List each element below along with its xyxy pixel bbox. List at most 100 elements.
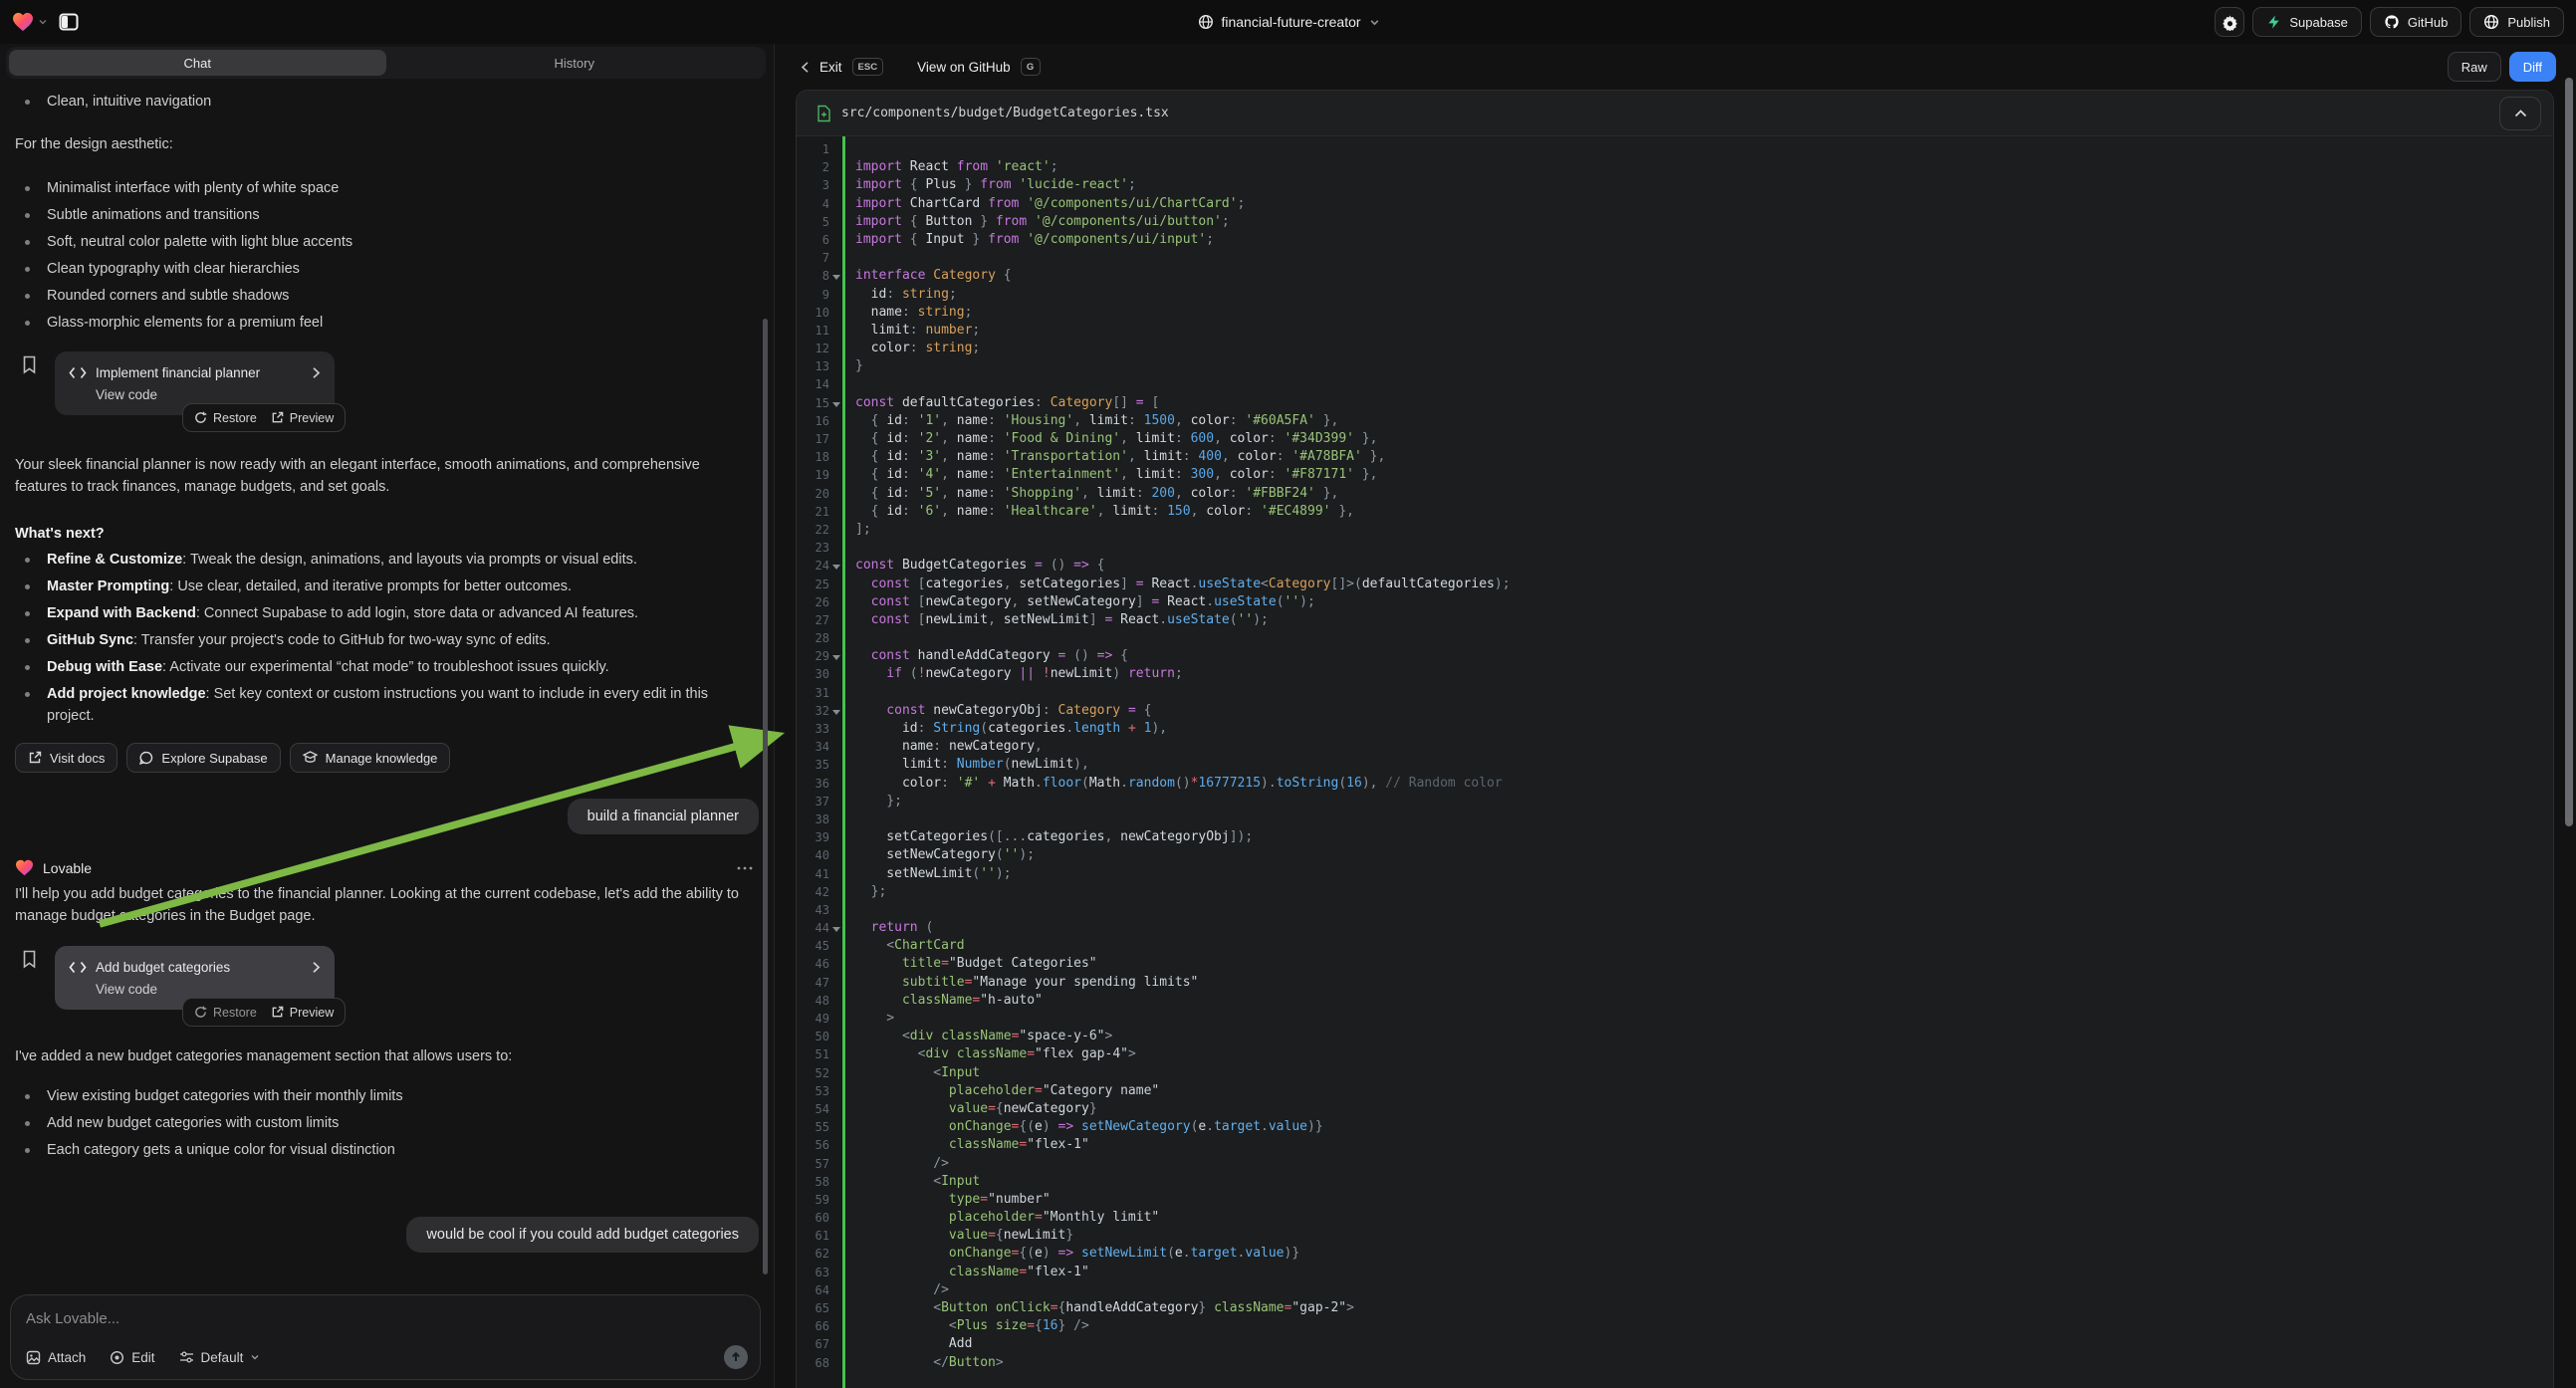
restore-preview-toolbar: Restore Preview bbox=[182, 998, 346, 1027]
list-item: Debug with Ease: Activate our experiment… bbox=[15, 656, 759, 678]
composer-input[interactable]: Ask Lovable... bbox=[26, 1310, 119, 1327]
code-line: 57 /> bbox=[797, 1155, 2553, 1173]
code-line: 15const defaultCategories: Category[] = … bbox=[797, 394, 2553, 412]
top-bar: financial-future-creator Supabase bbox=[0, 0, 2576, 44]
lovable-logo-menu[interactable] bbox=[12, 12, 48, 32]
preview-button[interactable]: Preview bbox=[271, 411, 334, 425]
more-options-icon[interactable] bbox=[737, 866, 753, 870]
tab-chat[interactable]: Chat bbox=[9, 50, 386, 76]
code-line: 65 <Button onClick={handleAddCategory} c… bbox=[797, 1299, 2553, 1317]
visit-docs-label: Visit docs bbox=[50, 751, 105, 766]
chat-history-tabs: Chat History bbox=[6, 47, 766, 79]
restore-button[interactable]: Restore bbox=[194, 411, 257, 425]
chat-composer[interactable]: Ask Lovable... Attach Edit bbox=[10, 1294, 761, 1380]
code-line: 41 setNewLimit(''); bbox=[797, 865, 2553, 883]
user-message-bubble: would be cool if you could add budget ca… bbox=[406, 1217, 759, 1253]
publish-button[interactable]: Publish bbox=[2469, 7, 2564, 37]
code-line: 10 name: string; bbox=[797, 304, 2553, 322]
restore-button[interactable]: Restore bbox=[194, 1006, 257, 1020]
user-message-bubble: build a financial planner bbox=[568, 799, 759, 834]
version-card-2-wrap: Add budget categories View code bbox=[55, 946, 335, 1026]
bookmark-icon[interactable] bbox=[22, 950, 37, 969]
file-path: src/components/budget/BudgetCategories.t… bbox=[841, 106, 2489, 120]
supabase-button[interactable]: Supabase bbox=[2252, 7, 2362, 37]
code-line: 24const BudgetCategories = () => { bbox=[797, 557, 2553, 575]
code-line: 52 <Input bbox=[797, 1064, 2553, 1082]
code-line: 27 const [newLimit, setNewLimit] = React… bbox=[797, 611, 2553, 629]
model-selector[interactable]: Default bbox=[179, 1350, 261, 1365]
github-icon bbox=[2384, 14, 2400, 30]
bookmark-icon[interactable] bbox=[22, 355, 37, 374]
code-line: 20 { id: '5', name: 'Shopping', limit: 2… bbox=[797, 485, 2553, 503]
explore-supabase-button[interactable]: Explore Supabase bbox=[126, 743, 280, 773]
settings-button[interactable] bbox=[2215, 7, 2244, 37]
code-line: 22]; bbox=[797, 521, 2553, 539]
assistant-name: Lovable bbox=[43, 860, 92, 876]
gear-icon bbox=[2222, 14, 2238, 31]
code-line: 23 bbox=[797, 539, 2553, 557]
code-line: 37 }; bbox=[797, 793, 2553, 810]
list-item: View existing budget categories with the… bbox=[15, 1085, 759, 1107]
arrow-up-icon bbox=[730, 1351, 742, 1363]
code-line: 63 className="flex-1" bbox=[797, 1264, 2553, 1281]
chat-scrollbar-thumb[interactable] bbox=[763, 319, 768, 1274]
code-line: 56 className="flex-1" bbox=[797, 1136, 2553, 1154]
view-on-github-link[interactable]: View on GitHub bbox=[917, 60, 1011, 75]
tab-history[interactable]: History bbox=[386, 50, 764, 76]
version-card-1-wrap: Implement financial planner View code bbox=[55, 351, 335, 431]
lovable-heart-icon bbox=[12, 12, 34, 32]
code-line: 26 const [newCategory, setNewCategory] =… bbox=[797, 593, 2553, 611]
github-button[interactable]: GitHub bbox=[2370, 7, 2461, 37]
diff-toggle-button[interactable]: Diff bbox=[2509, 52, 2556, 82]
edit-mode-button[interactable]: Edit bbox=[110, 1350, 154, 1365]
supabase-button-label: Supabase bbox=[2289, 15, 2348, 30]
visit-docs-button[interactable]: Visit docs bbox=[15, 743, 117, 773]
publish-button-label: Publish bbox=[2507, 15, 2550, 30]
chevron-down-icon bbox=[38, 17, 48, 27]
code-line: 54 value={newCategory} bbox=[797, 1100, 2553, 1118]
raw-toggle-button[interactable]: Raw bbox=[2448, 52, 2501, 82]
code-line: 34 name: newCategory, bbox=[797, 738, 2553, 756]
supabase-bolt-icon bbox=[2266, 14, 2281, 30]
code-line: 1 bbox=[797, 140, 2553, 158]
code-line: 8interface Category { bbox=[797, 267, 2553, 285]
code-scrollbar-thumb[interactable] bbox=[2565, 78, 2573, 826]
code-line: 11 limit: number; bbox=[797, 322, 2553, 340]
target-icon bbox=[110, 1350, 124, 1365]
file-header-bar[interactable]: src/components/budget/BudgetCategories.t… bbox=[797, 91, 2553, 136]
code-line: 12 color: string; bbox=[797, 340, 2553, 357]
file-added-icon bbox=[817, 105, 831, 122]
send-button[interactable] bbox=[724, 1345, 748, 1369]
exit-button[interactable]: Exit bbox=[820, 60, 842, 75]
attach-button[interactable]: Attach bbox=[26, 1350, 86, 1365]
preview-label: Preview bbox=[290, 1006, 334, 1020]
toggle-sidebar-button[interactable] bbox=[54, 7, 84, 37]
chevron-right-icon bbox=[312, 961, 321, 974]
manage-knowledge-button[interactable]: Manage knowledge bbox=[290, 743, 451, 773]
code-line: 53 placeholder="Category name" bbox=[797, 1082, 2553, 1100]
attach-label: Attach bbox=[48, 1350, 86, 1365]
code-line: 18 { id: '3', name: 'Transportation', li… bbox=[797, 448, 2553, 466]
list-item: Add new budget categories with custom li… bbox=[15, 1112, 759, 1134]
restore-preview-toolbar: Restore Preview bbox=[182, 403, 346, 432]
list-item: Expand with Backend: Connect Supabase to… bbox=[15, 602, 759, 624]
code-line: 60 placeholder="Monthly limit" bbox=[797, 1209, 2553, 1227]
code-line: 68 </Button> bbox=[797, 1354, 2553, 1372]
code-line: 42 }; bbox=[797, 883, 2553, 901]
code-editor[interactable]: 12import React from 'react';3import { Pl… bbox=[797, 136, 2553, 1388]
code-line: 66 <Plus size={16} /> bbox=[797, 1317, 2553, 1335]
preview-button[interactable]: Preview bbox=[271, 1006, 334, 1020]
code-icon bbox=[69, 366, 87, 379]
code-view-panel: Exit ESC View on GitHub G Raw Diff src/c… bbox=[775, 44, 2576, 1388]
project-switcher[interactable]: financial-future-creator bbox=[1197, 0, 1378, 44]
code-line: 44 return ( bbox=[797, 919, 2553, 937]
collapse-file-button[interactable] bbox=[2499, 97, 2541, 130]
code-line: 30 if (!newCategory || !newLimit) return… bbox=[797, 665, 2553, 683]
code-line: 25 const [categories, setCategories] = R… bbox=[797, 576, 2553, 593]
code-line: 14 bbox=[797, 375, 2553, 393]
chat-message-list[interactable]: Clean, intuitive navigation For the desi… bbox=[0, 84, 774, 1294]
code-line: 35 limit: Number(newLimit), bbox=[797, 756, 2553, 774]
code-line: 62 onChange={(e) => setNewLimit(e.target… bbox=[797, 1245, 2553, 1263]
restore-label: Restore bbox=[213, 1006, 257, 1020]
list-item: Clean, intuitive navigation bbox=[15, 91, 759, 113]
